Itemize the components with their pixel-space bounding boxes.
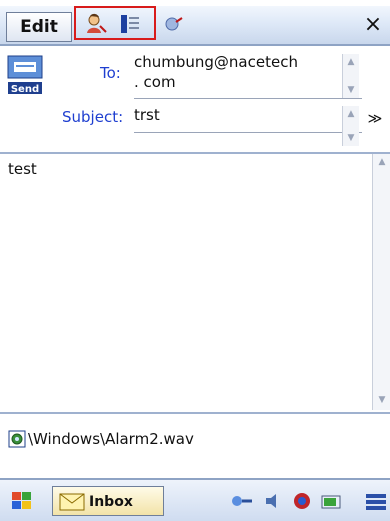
speaker-icon[interactable] — [262, 490, 286, 512]
keyboard-icon[interactable] — [364, 490, 388, 512]
audio-file-icon[interactable] — [8, 430, 26, 448]
send-label: Send — [11, 84, 39, 95]
inbox-label: Inbox — [89, 494, 133, 510]
send-icon[interactable]: Send — [6, 52, 46, 96]
scroll-up-icon[interactable]: ▲ — [343, 106, 359, 122]
battery-icon[interactable] — [320, 490, 344, 512]
subject-label: Subject: — [62, 108, 124, 126]
scroll-down-icon[interactable]: ▼ — [343, 130, 359, 146]
to-field-scrollbar[interactable]: ▲ ▼ — [342, 54, 359, 98]
close-button[interactable]: × — [361, 12, 385, 38]
contact-picker-icon[interactable] — [84, 12, 108, 36]
expand-header-button[interactable]: ≫ — [366, 110, 384, 128]
connectivity-icon[interactable] — [230, 490, 254, 512]
envelope-icon — [59, 493, 85, 511]
taskbar: Inbox — [0, 478, 390, 521]
check-names-icon[interactable] — [162, 12, 186, 36]
message-header: Send To: chumbung@nacetech . com ▲ ▼ Sub… — [0, 46, 390, 154]
attachment-path[interactable]: \Windows\Alarm2.wav — [28, 430, 194, 448]
scroll-up-icon[interactable]: ▲ — [373, 154, 390, 170]
attachment-area: \Windows\Alarm2.wav — [0, 412, 390, 478]
subject-value: trst — [134, 106, 160, 124]
to-field[interactable]: chumbung@nacetech . com — [134, 52, 362, 99]
message-body[interactable]: test — [0, 154, 372, 410]
start-flag-icon[interactable] — [6, 488, 40, 516]
subject-field[interactable]: trst — [134, 106, 362, 133]
subject-field-scrollbar[interactable]: ▲ ▼ — [342, 106, 359, 146]
to-value-line2: . com — [134, 73, 176, 91]
body-scrollbar[interactable]: ▲ ▼ — [372, 154, 390, 410]
edit-menu-button[interactable]: Edit — [6, 12, 72, 42]
to-label: To: — [100, 64, 121, 82]
sync-icon[interactable] — [292, 490, 316, 512]
scroll-down-icon[interactable]: ▼ — [373, 392, 390, 408]
to-value-line1: chumbung@nacetech — [134, 53, 298, 71]
inbox-taskbar-button[interactable]: Inbox — [52, 486, 164, 516]
scroll-up-icon[interactable]: ▲ — [343, 54, 359, 70]
body-text: test — [8, 160, 37, 178]
recipient-list-icon[interactable] — [118, 12, 142, 36]
toolbar-top-strip — [0, 0, 390, 6]
scroll-down-icon[interactable]: ▼ — [343, 82, 359, 98]
